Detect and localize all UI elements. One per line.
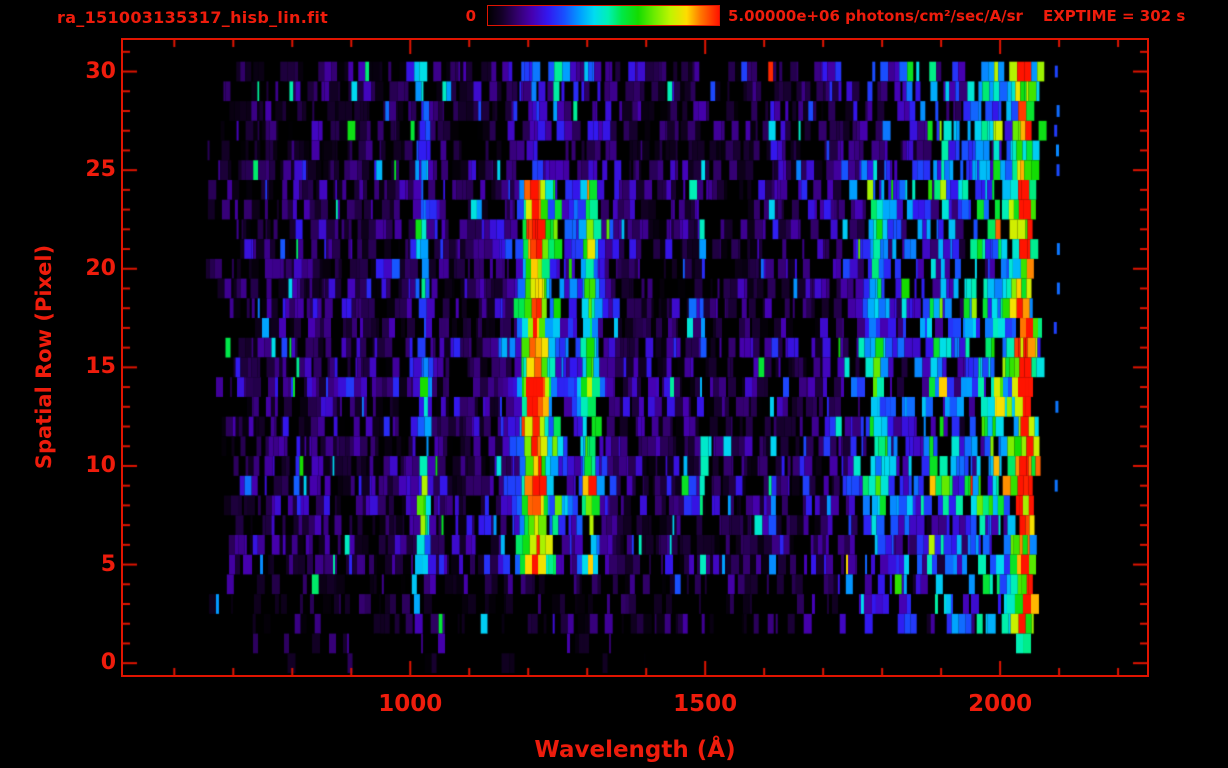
colorbar: [487, 5, 720, 26]
x-tick-label: 2000: [968, 691, 1033, 717]
colorbar-max-label: 5.00000e+06 photons/cm²/sec/A/sr: [728, 7, 1023, 25]
exptime-label: EXPTIME = 302 s: [1043, 7, 1186, 25]
x-tick-label: 1000: [378, 691, 443, 717]
y-tick-label: 0: [100, 650, 116, 676]
y-tick-label: 5: [100, 551, 116, 577]
y-tick-label: 30: [85, 58, 116, 84]
plot-frame: [121, 38, 1149, 677]
y-tick-label: 20: [85, 255, 116, 281]
y-tick-label: 15: [85, 354, 116, 380]
file-title: ra_151003135317_hisb_lin.fit: [57, 8, 329, 27]
x-axis-title: Wavelength (Å): [534, 737, 736, 763]
spectral-image-viewer: ra_151003135317_hisb_lin.fit 0 5.00000e+…: [0, 0, 1228, 768]
colorbar-min-label: 0: [465, 7, 476, 25]
x-tick-label: 1500: [673, 691, 738, 717]
y-tick-label: 10: [85, 452, 116, 478]
spectrogram-image: [123, 40, 1147, 675]
y-tick-label: 25: [85, 157, 116, 183]
